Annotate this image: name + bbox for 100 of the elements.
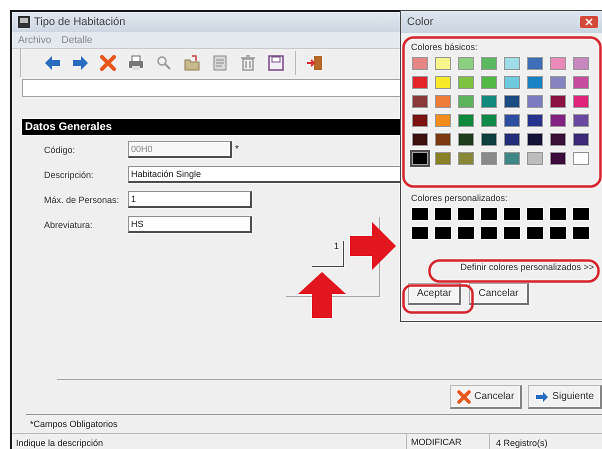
color-swatch[interactable] — [504, 57, 520, 70]
next-button[interactable]: Siguiente — [528, 385, 602, 409]
color-swatch[interactable] — [550, 114, 566, 127]
window-title: Tipo de Habitación — [34, 16, 126, 28]
field-label: Abreviatura: — [44, 220, 94, 230]
color-swatch[interactable] — [412, 76, 428, 89]
color-swatch[interactable] — [458, 76, 474, 89]
delete-icon[interactable] — [99, 54, 117, 72]
color-swatch[interactable] — [435, 57, 451, 70]
window-icon — [18, 16, 30, 28]
delete-icon — [457, 390, 472, 404]
cancel-button[interactable]: Cancelar — [450, 385, 522, 409]
input-field[interactable]: 1 — [128, 191, 252, 208]
color-swatch[interactable] — [504, 227, 520, 239]
color-swatch[interactable] — [573, 208, 589, 220]
dialog-button[interactable]: Aceptar — [408, 283, 462, 305]
color-swatch[interactable] — [412, 95, 428, 108]
footnote: *Campos Obligatorios — [26, 414, 602, 433]
color-swatch[interactable] — [412, 152, 428, 165]
color-swatch[interactable] — [550, 133, 566, 146]
color-swatch[interactable] — [435, 227, 451, 239]
preview-field[interactable]: 1 — [312, 241, 344, 267]
color-swatch[interactable] — [481, 227, 497, 239]
color-swatch[interactable] — [458, 152, 474, 165]
color-swatch[interactable] — [527, 57, 543, 70]
color-swatch[interactable] — [435, 114, 451, 127]
color-swatch[interactable] — [550, 227, 566, 239]
field-label: Descripción: — [44, 170, 95, 180]
color-swatch[interactable] — [504, 95, 520, 108]
color-swatch[interactable] — [458, 114, 474, 127]
color-swatch[interactable] — [550, 76, 566, 89]
status-text: Indique la descripción — [15, 438, 104, 448]
color-swatch[interactable] — [504, 76, 520, 89]
color-swatch[interactable] — [481, 152, 497, 165]
exit-door-icon[interactable] — [306, 54, 324, 72]
color-swatch[interactable] — [481, 95, 497, 108]
color-swatch[interactable] — [550, 95, 566, 108]
color-swatch[interactable] — [412, 114, 428, 127]
color-swatch[interactable] — [458, 95, 474, 108]
color-swatch[interactable] — [458, 227, 474, 239]
color-swatch[interactable] — [573, 114, 589, 127]
color-swatch[interactable] — [527, 227, 543, 239]
color-swatch[interactable] — [527, 208, 543, 220]
close-icon[interactable] — [580, 16, 598, 28]
color-swatch[interactable] — [435, 133, 451, 146]
folder-icon[interactable] — [183, 54, 201, 72]
color-swatch[interactable] — [435, 76, 451, 89]
color-swatch[interactable] — [458, 208, 474, 220]
color-swatch[interactable] — [435, 208, 451, 220]
color-swatch[interactable] — [527, 152, 543, 165]
dialog-button[interactable]: Cancelar — [469, 283, 528, 305]
color-swatch[interactable] — [550, 152, 566, 165]
color-swatch[interactable] — [573, 57, 589, 70]
color-swatch[interactable] — [412, 133, 428, 146]
input-field[interactable]: HS — [128, 216, 252, 233]
color-swatch[interactable] — [412, 57, 428, 70]
trash-icon[interactable] — [239, 54, 257, 72]
color-swatch[interactable] — [573, 95, 589, 108]
color-swatch[interactable] — [573, 76, 589, 89]
color-swatch[interactable] — [458, 133, 474, 146]
color-swatch[interactable] — [504, 152, 520, 165]
color-swatch[interactable] — [481, 76, 497, 89]
color-swatch[interactable] — [573, 133, 589, 146]
status-text: 4 Registro(s) — [495, 438, 548, 448]
color-swatch[interactable] — [412, 227, 428, 239]
color-swatch[interactable] — [481, 208, 497, 220]
annotation-arrow — [350, 222, 396, 270]
color-swatch[interactable] — [527, 114, 543, 127]
section-label: Colores básicos: — [411, 42, 479, 52]
search-icon[interactable] — [155, 54, 173, 72]
printer-icon[interactable] — [127, 54, 145, 72]
color-swatch[interactable] — [527, 133, 543, 146]
arrow-right-icon[interactable] — [71, 54, 89, 72]
color-swatch[interactable] — [481, 114, 497, 127]
dialog-title: Color — [407, 16, 434, 28]
annotation-arrow — [298, 272, 346, 318]
color-swatch[interactable] — [550, 57, 566, 70]
color-swatch[interactable] — [435, 95, 451, 108]
color-swatch[interactable] — [481, 133, 497, 146]
color-swatch[interactable] — [550, 208, 566, 220]
status-text: MODIFICAR — [406, 434, 490, 449]
color-swatch[interactable] — [458, 57, 474, 70]
required-mark: * — [235, 144, 239, 155]
arrow-left-icon[interactable] — [43, 54, 61, 72]
color-swatch[interactable] — [504, 208, 520, 220]
color-swatch[interactable] — [504, 133, 520, 146]
define-colors-button[interactable]: Definir colores personalizados >> — [456, 256, 598, 278]
color-swatch[interactable] — [573, 152, 589, 165]
color-swatch[interactable] — [573, 227, 589, 239]
arrow-right-icon — [535, 390, 550, 404]
color-swatch[interactable] — [412, 208, 428, 220]
section-label: Colores personalizados: — [411, 193, 509, 203]
field-label: Máx. de Personas: — [44, 194, 120, 204]
color-swatch[interactable] — [504, 114, 520, 127]
field-label: Código: — [44, 144, 76, 154]
color-swatch[interactable] — [481, 57, 497, 70]
color-swatch[interactable] — [527, 76, 543, 89]
color-swatch[interactable] — [527, 95, 543, 108]
color-swatch[interactable] — [435, 152, 451, 165]
document-icon[interactable] — [211, 54, 229, 72]
